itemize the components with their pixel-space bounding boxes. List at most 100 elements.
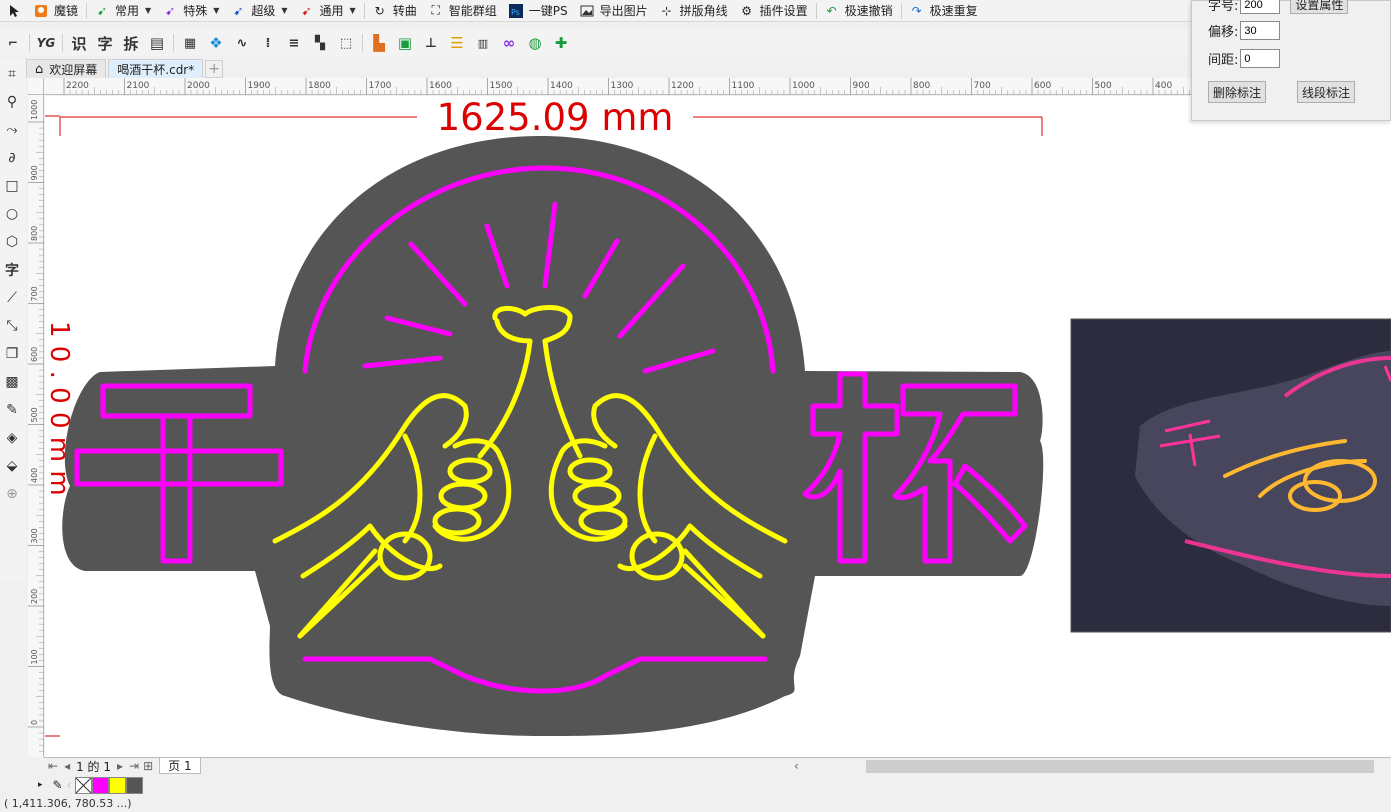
special-menu[interactable]: ➹ 特殊 ▼ bbox=[157, 0, 225, 22]
page-last-icon[interactable]: ⇥ bbox=[129, 759, 139, 773]
scroll-left-icon[interactable]: ‹ bbox=[794, 759, 799, 773]
export-image-button[interactable]: 导出图片 bbox=[574, 0, 654, 22]
delete-annotation-button[interactable]: 删除标注 bbox=[1208, 81, 1267, 103]
pattern-icon[interactable]: ❖ bbox=[205, 32, 227, 54]
color-blocks-icon[interactable]: ▙ bbox=[368, 32, 390, 54]
drawing-canvas[interactable]: 1625.09 mm 1 0 . 0 0 m m bbox=[45, 96, 1391, 757]
horizontal-scrollbar[interactable] bbox=[866, 760, 1374, 773]
spacing-input[interactable] bbox=[1240, 49, 1281, 68]
general-label: 通用 bbox=[319, 4, 344, 18]
svg-text:Ps: Ps bbox=[511, 8, 520, 17]
line-tool-icon[interactable]: ⟋ bbox=[0, 284, 24, 312]
dimension-icon[interactable]: ⊥ bbox=[420, 32, 442, 54]
swatch-magenta[interactable] bbox=[92, 776, 110, 794]
add-tool-icon[interactable]: ⊕ bbox=[0, 480, 24, 508]
layers-icon[interactable]: ▤ bbox=[146, 32, 168, 54]
mirror-button[interactable]: 魔镜 bbox=[28, 0, 84, 22]
list-icon[interactable]: ☰ bbox=[446, 32, 468, 54]
ruler-label: 500 bbox=[1095, 81, 1112, 91]
page-tab-1[interactable]: 页 1 bbox=[159, 758, 201, 774]
shadow-tool-icon[interactable]: ❐ bbox=[0, 340, 24, 368]
ruler-label: 1400 bbox=[550, 81, 573, 91]
polygon-tool-icon[interactable]: ⬡ bbox=[0, 228, 24, 256]
fill-tool-icon[interactable]: ◈ bbox=[0, 424, 24, 452]
node-tool-icon[interactable]: ⌐ bbox=[2, 32, 24, 54]
font-size-input[interactable] bbox=[1240, 0, 1281, 14]
width-dimension[interactable]: 1625.09 mm bbox=[59, 96, 1043, 139]
eyedropper-icon[interactable]: ✎ bbox=[53, 778, 63, 792]
ruler-corner[interactable] bbox=[28, 78, 44, 95]
common-menu[interactable]: ➹ 常用 ▼ bbox=[89, 0, 157, 22]
crop-tool-icon[interactable]: ⌗ bbox=[0, 60, 24, 88]
eyedropper-tool-icon[interactable]: ✎ bbox=[0, 396, 24, 424]
wave-icon[interactable]: ∿ bbox=[231, 32, 253, 54]
swatch-yellow[interactable] bbox=[109, 776, 127, 794]
palette-menu-icon[interactable]: ▸ bbox=[38, 780, 43, 790]
text-tool-icon[interactable]: 字 bbox=[0, 256, 24, 284]
offset-input[interactable] bbox=[1240, 21, 1281, 40]
select-box-icon[interactable]: ⬚ bbox=[335, 32, 357, 54]
smart-fill-tool-icon[interactable]: ⬙ bbox=[0, 452, 24, 480]
text-button[interactable]: 字 bbox=[94, 32, 116, 54]
lines-icon[interactable]: ≡ bbox=[283, 32, 305, 54]
segment-annotation-button[interactable]: 线段标注 bbox=[1297, 81, 1356, 103]
home-icon: ⌂ bbox=[35, 61, 44, 77]
one-click-ps-label: 一键PS bbox=[528, 4, 568, 18]
smart-group-button[interactable]: ⛶ 智能群组 bbox=[423, 0, 503, 22]
tab-welcome[interactable]: ⌂ 欢迎屏幕 bbox=[26, 59, 107, 78]
neon-sign-artwork[interactable]: 干 杯 bbox=[62, 136, 1044, 736]
crop-marks-label: 拼版角线 bbox=[679, 4, 728, 18]
ruler-horizontal[interactable]: 2200 2100 2000 1900 1800 1700 1600 1500 1400 1300… bbox=[44, 78, 1208, 95]
general-menu[interactable]: ➹ 通用 ▼ bbox=[294, 0, 362, 22]
ellipse-tool-icon[interactable]: ○ bbox=[0, 200, 24, 228]
split-button[interactable]: 拆 bbox=[120, 32, 142, 54]
one-click-ps-button[interactable]: Ps 一键PS bbox=[503, 0, 574, 22]
ruler-label: 2200 bbox=[66, 81, 89, 91]
ruler-vertical[interactable]: 1000 900 800 700 600 500 400 300 200 100 0 bbox=[28, 95, 44, 757]
image-icon bbox=[580, 4, 594, 18]
super-menu[interactable]: ➹ 超级 ▼ bbox=[225, 0, 293, 22]
palette-scroll-icon[interactable]: ‹ bbox=[67, 778, 72, 792]
table-icon[interactable]: ▦ bbox=[179, 32, 201, 54]
zoom-tool-icon[interactable]: ⚲ bbox=[0, 88, 24, 116]
rectangle-tool-icon[interactable]: □ bbox=[0, 172, 24, 200]
picture-icon[interactable]: ▣ bbox=[394, 32, 416, 54]
crop-marks-button[interactable]: ⊹ 拼版角线 bbox=[654, 0, 734, 22]
bezier-tool-icon[interactable]: ∂ bbox=[0, 144, 24, 172]
yg-logo-icon[interactable]: YG bbox=[35, 32, 57, 54]
pen-red-icon: ➹ bbox=[301, 3, 312, 18]
recognize-button[interactable]: 识 bbox=[68, 32, 90, 54]
spacing-label: 间距: bbox=[1208, 53, 1239, 68]
pick-arrow-icon[interactable] bbox=[0, 0, 28, 22]
page-next-icon[interactable]: ▸ bbox=[117, 759, 123, 773]
distribute-icon[interactable]: ⁞ bbox=[257, 32, 279, 54]
super-label: 超级 bbox=[251, 4, 276, 18]
puzzle-icon[interactable]: ✚ bbox=[550, 32, 572, 54]
gear-icon: ⚙ bbox=[741, 3, 752, 18]
barcode-icon[interactable]: ▥ bbox=[472, 32, 494, 54]
chain-icon[interactable]: ∞ bbox=[498, 32, 520, 54]
reference-photo[interactable] bbox=[1070, 318, 1391, 633]
swatch-gray[interactable] bbox=[126, 776, 144, 794]
convert-curve-button[interactable]: ↻ 转曲 bbox=[367, 0, 423, 22]
set-properties-button[interactable]: 设置属性 bbox=[1290, 0, 1349, 14]
tab-document[interactable]: 喝酒干杯.cdr* bbox=[108, 59, 204, 78]
plugin-settings-button[interactable]: ⚙ 插件设置 bbox=[734, 0, 814, 22]
page-first-icon[interactable]: ⇤ bbox=[48, 759, 58, 773]
separator bbox=[362, 34, 363, 52]
add-tab-icon[interactable]: + bbox=[205, 60, 224, 78]
globe-icon[interactable]: ◍ bbox=[524, 32, 546, 54]
group-icon: ⛶ bbox=[431, 3, 440, 17]
transparency-tool-icon[interactable]: ▩ bbox=[0, 368, 24, 396]
add-page-icon[interactable]: ⊞ bbox=[143, 759, 153, 773]
align-icon[interactable]: ▚ bbox=[309, 32, 331, 54]
connector-tool-icon[interactable]: ⤡ bbox=[0, 312, 24, 340]
freehand-tool-icon[interactable]: ⤳ bbox=[0, 116, 24, 144]
fast-undo-button[interactable]: ↶ 极速撤销 bbox=[819, 0, 899, 22]
no-color-swatch[interactable] bbox=[75, 776, 93, 794]
page-prev-icon[interactable]: ◂ bbox=[64, 759, 70, 773]
chevron-down-icon: ▼ bbox=[281, 6, 288, 15]
toolbox: ⌗ ⚲ ⤳ ∂ □ ○ ⬡ 字 ⟋ ⤡ ❐ ▩ ✎ ◈ ⬙ ⊕ bbox=[0, 60, 26, 580]
ruler-label: 2100 bbox=[127, 81, 150, 91]
fast-redo-button[interactable]: ↷ 极速重复 bbox=[904, 0, 984, 22]
